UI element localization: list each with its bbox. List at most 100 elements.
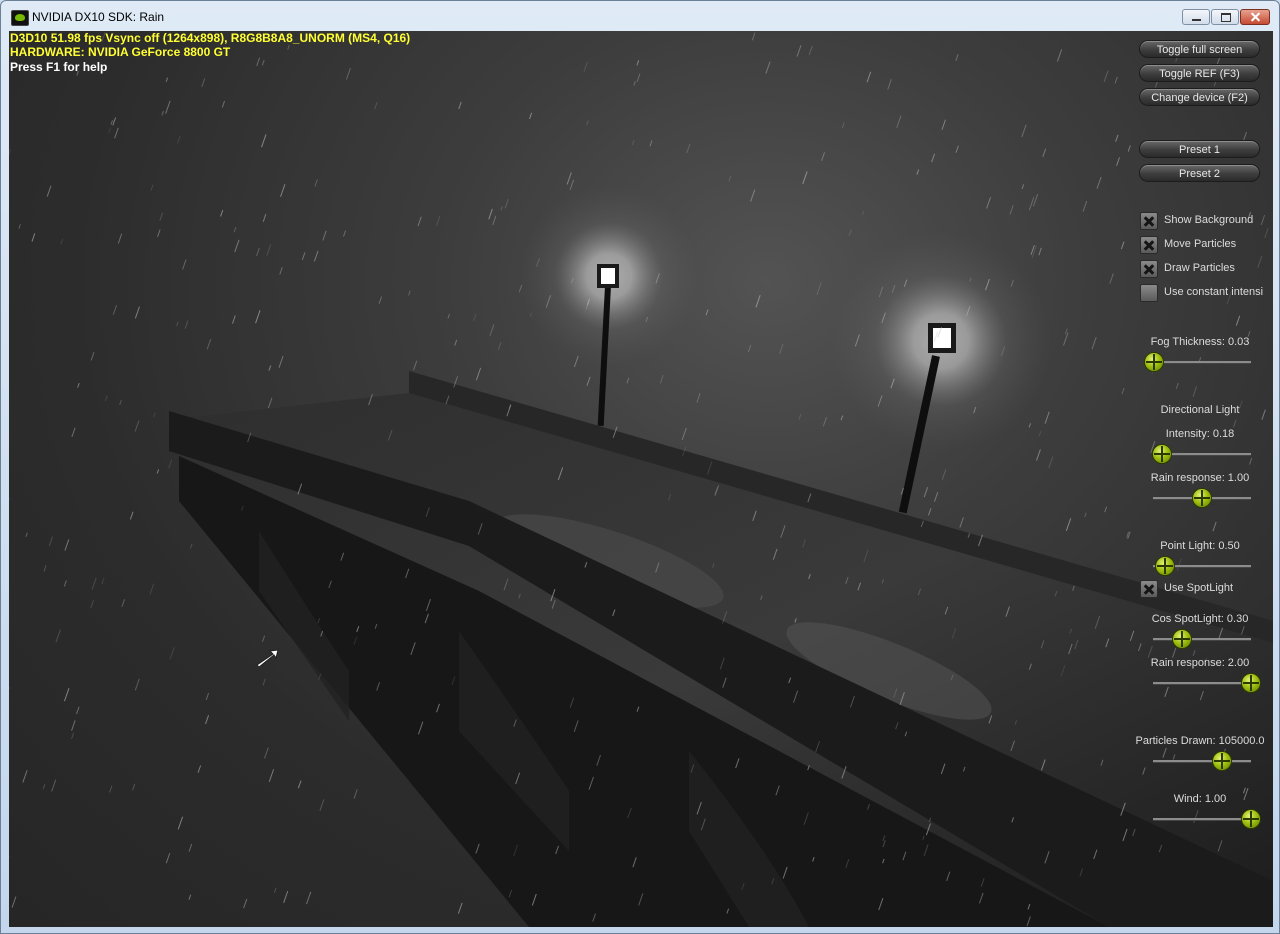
raindrop — [966, 305, 971, 316]
raindrop — [206, 338, 212, 350]
raindrop — [90, 600, 94, 609]
raindrop — [205, 715, 210, 725]
raindrop — [978, 534, 983, 547]
raindrop — [233, 226, 237, 233]
raindrop — [925, 823, 931, 836]
point-rain-response-slider[interactable] — [1153, 673, 1261, 693]
checkbox-box[interactable] — [1140, 212, 1158, 230]
particles-drawn-slider[interactable] — [1153, 751, 1251, 771]
change-device-button[interactable]: Change device (F2) — [1139, 88, 1260, 106]
preset-2-button[interactable]: Preset 2 — [1139, 164, 1260, 182]
raindrop — [573, 720, 579, 732]
raindrop — [188, 894, 192, 900]
raindrop — [1010, 740, 1015, 752]
raindrop — [536, 258, 540, 267]
raindrop — [1027, 903, 1031, 910]
raindrop — [405, 568, 410, 579]
maximize-button[interactable] — [1211, 9, 1239, 25]
checkbox-box[interactable] — [1140, 580, 1158, 598]
raindrop — [923, 844, 929, 857]
raindrop — [1093, 849, 1098, 860]
raindrop — [645, 316, 649, 323]
raindrop — [1068, 643, 1073, 655]
raindrop — [165, 77, 169, 82]
raindrop — [882, 840, 886, 848]
raindrop — [1082, 200, 1088, 212]
raindrop — [374, 623, 378, 629]
raindrop — [149, 583, 155, 595]
raindrop — [22, 770, 28, 783]
raindrop — [317, 673, 322, 681]
directional-rain-response-slider[interactable] — [1153, 488, 1251, 508]
raindrop — [119, 400, 122, 406]
raindrop — [1257, 255, 1263, 268]
raindrop — [1192, 650, 1196, 656]
raindrop — [632, 857, 637, 868]
minimize-button[interactable] — [1182, 9, 1210, 25]
raindrop — [719, 657, 725, 670]
raindrop — [458, 101, 462, 110]
raindrop — [755, 295, 761, 308]
point-light-slider[interactable] — [1153, 556, 1251, 576]
raindrop — [1094, 615, 1101, 629]
checkbox-box[interactable] — [1140, 236, 1158, 254]
raindrop — [343, 230, 347, 237]
close-button[interactable] — [1240, 9, 1270, 25]
raindrop — [1115, 134, 1119, 142]
raindrop — [903, 279, 908, 287]
raindrop — [845, 859, 850, 869]
raindrop — [1100, 759, 1104, 766]
raindrop — [1060, 665, 1066, 677]
raindrop — [877, 395, 883, 407]
wind-slider[interactable] — [1153, 809, 1261, 829]
raindrop — [1054, 591, 1058, 597]
raindrop — [508, 889, 513, 898]
raindrop — [1079, 868, 1084, 877]
raindrop — [807, 493, 812, 503]
raindrop — [374, 102, 378, 110]
raindrop — [682, 446, 687, 457]
checkbox-box[interactable] — [1140, 284, 1158, 302]
title-bar[interactable]: NVIDIA DX10 SDK: Rain — [1, 1, 1279, 31]
raindrop — [751, 32, 756, 41]
slider-thumb[interactable] — [1192, 488, 1212, 508]
raindrop — [1120, 802, 1126, 816]
intensity-slider[interactable] — [1151, 444, 1251, 464]
raindrop — [63, 580, 67, 587]
raindrop — [51, 779, 57, 792]
raindrop — [134, 678, 140, 691]
raindrop — [750, 189, 756, 202]
render-viewport[interactable]: D3D10 51.98 fps Vsync off (1264x898), R8… — [9, 31, 1273, 927]
raindrop — [1044, 851, 1050, 864]
raindrop — [447, 313, 450, 319]
toggle-ref-button[interactable]: Toggle REF (F3) — [1139, 64, 1260, 82]
raindrop — [132, 783, 136, 791]
checkbox-label: Use SpotLight — [1164, 582, 1234, 594]
raindrop — [848, 229, 852, 237]
raindrop — [1129, 630, 1135, 642]
raindrop — [356, 626, 360, 633]
raindrop — [627, 807, 632, 819]
checkbox-box[interactable] — [1140, 260, 1158, 278]
preset-1-button[interactable]: Preset 1 — [1139, 140, 1260, 158]
fog-thickness-slider[interactable] — [1144, 352, 1251, 372]
raindrop — [156, 469, 160, 474]
slider-thumb[interactable] — [1241, 809, 1261, 829]
raindrop — [220, 209, 224, 217]
raindrop — [1074, 639, 1079, 650]
raindrop — [457, 902, 463, 914]
raindrop — [513, 844, 519, 857]
raindrop — [1044, 411, 1050, 424]
raindrop — [882, 835, 886, 842]
raindrop — [638, 893, 644, 906]
raindrop — [1021, 124, 1027, 138]
raindrop — [980, 878, 985, 887]
raindrop — [922, 835, 925, 841]
slider-thumb[interactable] — [1211, 751, 1232, 771]
cos-spotlight-slider[interactable] — [1153, 629, 1251, 649]
slider-thumb[interactable] — [1151, 444, 1172, 464]
raindrop — [944, 606, 949, 615]
toggle-fullscreen-button[interactable]: Toggle full screen — [1139, 40, 1260, 58]
slider-thumb[interactable] — [1241, 673, 1261, 693]
raindrop — [165, 852, 171, 864]
